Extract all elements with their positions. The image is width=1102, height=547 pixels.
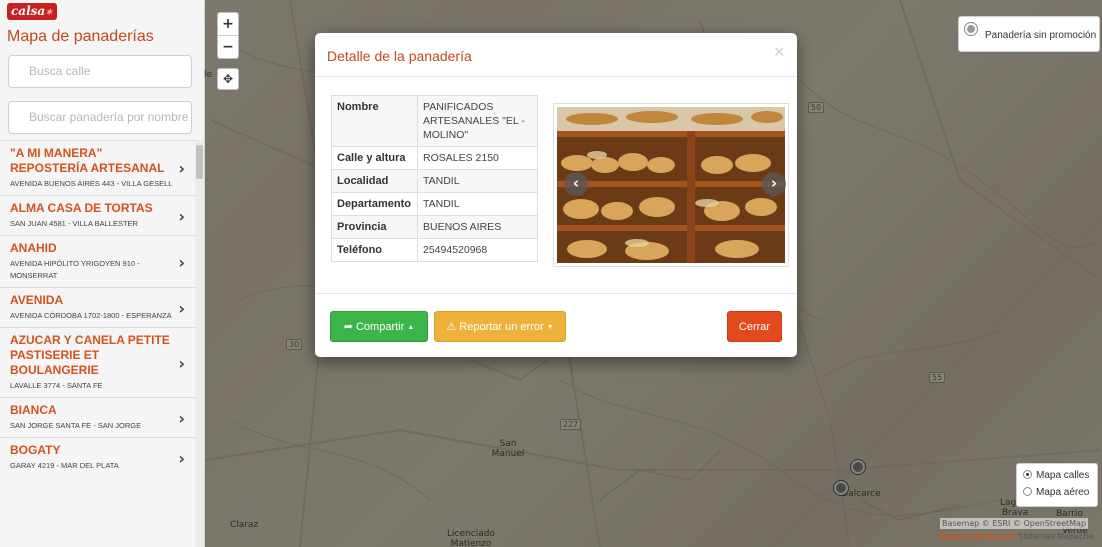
- clipped-label: le: [204, 70, 213, 80]
- table-row: Calle y altura ROSALES 2150: [331, 146, 538, 170]
- map-attribution: Basemap © ESRI © OpenStreetMap: [940, 518, 1089, 529]
- crosshair-icon: ✥: [222, 72, 234, 86]
- item-address: AVENIDA CÓRDOBA 1702-1800 - ESPERANZA: [10, 311, 172, 320]
- item-name: AZUCAR Y CANELA PETITE PASTISERIE ET BOU…: [10, 333, 170, 377]
- item-address: AVENIDA BUENOS AIRES 443 - VILLA GESELL: [10, 179, 173, 188]
- table-row: Localidad TANDIL: [331, 169, 538, 193]
- warning-icon: ⚠: [446, 321, 457, 333]
- brand-logo: calsa✶: [7, 3, 57, 20]
- field-value: ROSALES 2150: [417, 146, 538, 170]
- chevron-right-icon: ›: [178, 252, 185, 272]
- field-value: PANIFICADOS ARTESANALES "EL - MOLINO": [417, 95, 538, 147]
- chevron-right-icon: ›: [178, 353, 185, 373]
- zoom-in-button[interactable]: +: [218, 13, 238, 36]
- radio-selected-icon[interactable]: [1023, 470, 1032, 479]
- item-name: BIANCA: [10, 403, 57, 417]
- sidebar: calsa✶ Mapa de panaderías Busca calle Bu…: [0, 0, 205, 547]
- list-item[interactable]: BIANCA SAN JORGE SANTA FE - SAN JORGE ›: [0, 397, 204, 437]
- field-label: Departamento: [331, 192, 418, 216]
- field-value: TANDIL: [417, 169, 538, 193]
- bakery-search-input[interactable]: Buscar panadería por nombre o: [8, 101, 192, 134]
- zoom-out-button[interactable]: −: [218, 36, 238, 59]
- item-address: SAN JUAN 4581 - VILLA BALLESTER: [10, 219, 138, 228]
- bakery-photo: [557, 107, 785, 263]
- table-row: Departamento TANDIL: [331, 192, 538, 216]
- item-name: ALMA CASA DE TORTAS: [10, 201, 153, 215]
- chevron-right-icon: ›: [178, 408, 185, 428]
- chevron-right-icon: ›: [178, 298, 185, 318]
- table-row: Teléfono 25494520968: [331, 238, 538, 262]
- legend-label: Panadería sin promoción: [985, 30, 1097, 41]
- basemap-toggle: Mapa calles Mapa aéreo: [1016, 463, 1098, 507]
- app-title: Mapa de panaderías: [7, 28, 154, 45]
- detail-table: Nombre PANIFICADOS ARTESANALES "EL - MOL…: [331, 95, 538, 262]
- item-name: AVENIDA: [10, 293, 64, 307]
- list-item[interactable]: ANAHID AVENIDA HIPÓLITO YRIGOYEN 910 - M…: [0, 235, 204, 287]
- basemap-option-streets[interactable]: Mapa calles: [1023, 469, 1097, 486]
- field-value: TANDIL: [417, 192, 538, 216]
- zoom-control: + −: [217, 12, 239, 59]
- close-icon[interactable]: ×: [773, 44, 785, 60]
- field-value: 25494520968: [417, 238, 538, 262]
- field-label: Localidad: [331, 169, 418, 193]
- chevron-right-icon: ›: [178, 448, 185, 468]
- item-name: ANAHID: [10, 241, 57, 255]
- field-label: Teléfono: [331, 238, 418, 262]
- list-item[interactable]: "A MI MANERA" REPOSTERÍA ARTESANAL AVENI…: [0, 140, 204, 195]
- table-row: Nombre PANIFICADOS ARTESANALES "EL - MOL…: [331, 95, 538, 147]
- bakery-list: "A MI MANERA" REPOSTERÍA ARTESANAL AVENI…: [0, 140, 204, 477]
- item-address: GARAY 4219 - MAR DEL PLATA: [10, 461, 119, 470]
- carousel-next-button[interactable]: ›: [762, 172, 786, 196]
- list-scrollbar[interactable]: [195, 140, 204, 547]
- chevron-right-icon: ›: [178, 159, 185, 178]
- street-search-input[interactable]: Busca calle: [8, 55, 192, 88]
- close-button[interactable]: Cerrar: [727, 311, 782, 342]
- field-value: BUENOS AIRES: [417, 215, 538, 239]
- item-name: BOGATY: [10, 443, 61, 457]
- marker-pin-icon: [965, 23, 977, 35]
- chevron-right-icon: ›: [178, 206, 185, 226]
- bakery-photo-carousel: [553, 103, 789, 267]
- list-item[interactable]: AVENIDA AVENIDA CÓRDOBA 1702-1800 - ESPE…: [0, 287, 204, 327]
- field-label: Calle y altura: [331, 146, 418, 170]
- list-item[interactable]: AZUCAR Y CANELA PETITE PASTISERIE ET BOU…: [0, 327, 204, 397]
- bakery-detail-modal: Detalle de la panadería × Nombre PANIFIC…: [315, 33, 797, 357]
- developer-credit: Desarrollado por Sistemas Mapache: [940, 532, 1094, 541]
- share-button[interactable]: ➦ Compartir ▲: [330, 311, 428, 342]
- item-address: LAVALLE 3774 - SANTA FE: [10, 381, 103, 390]
- modal-footer: ➦ Compartir ▲ ⚠ Reportar un error ▼ Cerr…: [315, 293, 797, 357]
- modal-header: Detalle de la panadería ×: [315, 33, 797, 77]
- scrollbar-thumb[interactable]: [196, 145, 203, 179]
- item-address: AVENIDA HIPÓLITO YRIGOYEN 910 - MONSERRA…: [10, 259, 140, 280]
- radio-icon[interactable]: [1023, 487, 1032, 496]
- item-name: "A MI MANERA" REPOSTERÍA ARTESANAL: [10, 146, 165, 175]
- carousel-prev-button[interactable]: ‹: [564, 172, 588, 196]
- table-row: Provincia BUENOS AIRES: [331, 215, 538, 239]
- modal-title: Detalle de la panadería: [327, 48, 472, 64]
- share-arrow-icon: ➦: [343, 321, 353, 333]
- locate-button[interactable]: ✥: [217, 68, 239, 90]
- report-error-button[interactable]: ⚠ Reportar un error ▼: [434, 311, 566, 342]
- caret-down-icon: ▼: [546, 324, 554, 331]
- field-label: Nombre: [331, 95, 418, 147]
- field-label: Provincia: [331, 215, 418, 239]
- item-address: SAN JORGE SANTA FE - SAN JORGE: [10, 421, 142, 430]
- list-item[interactable]: BOGATY GARAY 4219 - MAR DEL PLATA ›: [0, 437, 204, 477]
- legend: Panadería sin promoción: [958, 16, 1100, 52]
- list-item[interactable]: ALMA CASA DE TORTAS SAN JUAN 4581 - VILL…: [0, 195, 204, 235]
- basemap-option-aerial[interactable]: Mapa aéreo: [1023, 486, 1097, 503]
- caret-up-icon: ▲: [407, 324, 415, 331]
